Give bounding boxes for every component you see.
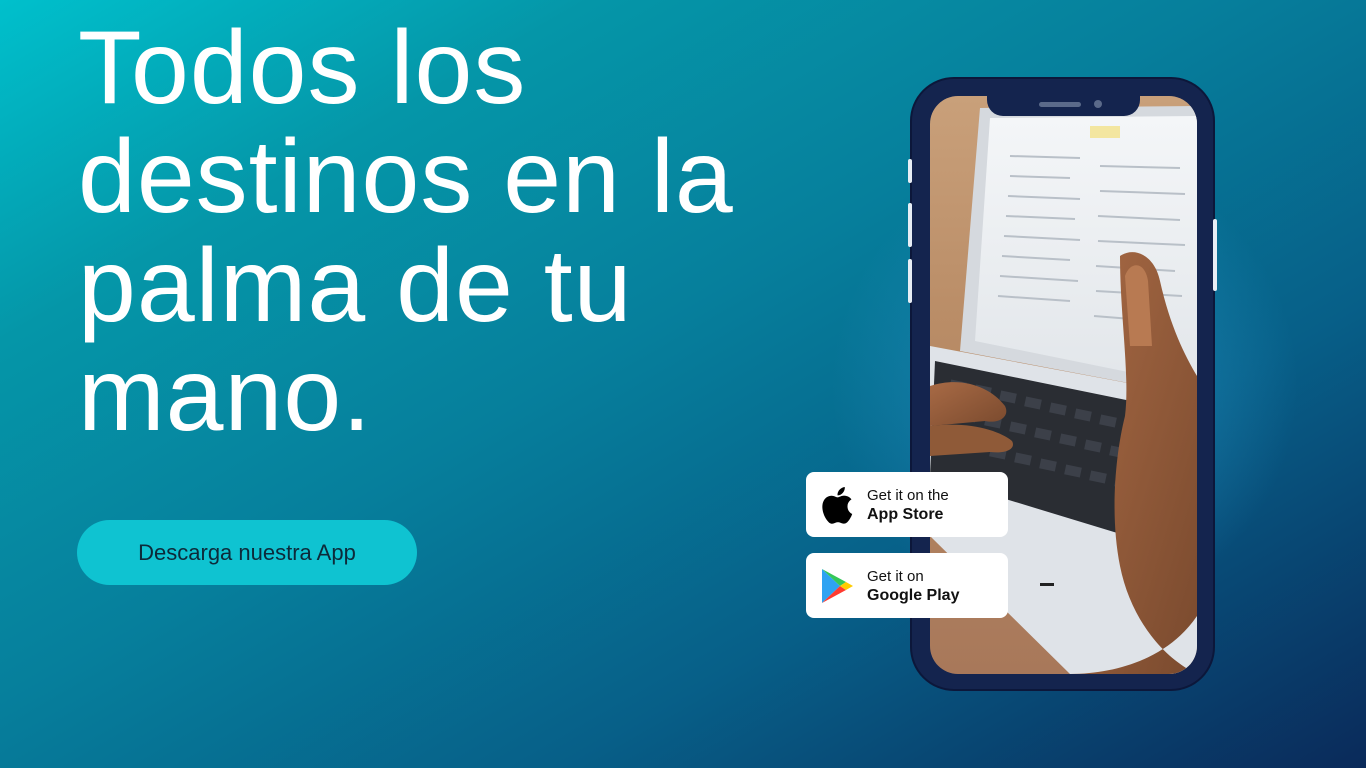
phone-volume-up <box>908 203 912 247</box>
google-play-line1: Get it on <box>867 567 924 585</box>
google-play-icon <box>818 567 856 605</box>
phone-speaker <box>1039 102 1081 107</box>
download-app-button[interactable]: Descarga nuestra App <box>77 520 417 585</box>
headline-line-3: palma de tu <box>78 228 633 344</box>
app-store-line2: App Store <box>867 505 944 523</box>
phone-camera <box>1094 100 1102 108</box>
phone-notch <box>987 96 1140 116</box>
app-store-line1: Get it on the <box>867 486 949 504</box>
headline-line-1: Todos los <box>78 10 527 126</box>
phone-power-button <box>1213 219 1217 291</box>
headline-line-2: destinos en la <box>78 119 734 235</box>
app-store-badge[interactable]: Get it on the App Store <box>806 472 1008 537</box>
apple-icon <box>818 486 856 524</box>
phone-volume-down <box>908 259 912 303</box>
google-play-line2: Google Play <box>867 586 960 604</box>
headline-line-4: mano. <box>78 337 373 453</box>
download-app-label: Descarga nuestra App <box>138 539 356 565</box>
google-play-badge[interactable]: Get it on Google Play <box>806 553 1008 618</box>
phone-side-button <box>908 159 912 183</box>
hero-headline: Todos los destinos en la palma de tu man… <box>78 14 778 450</box>
